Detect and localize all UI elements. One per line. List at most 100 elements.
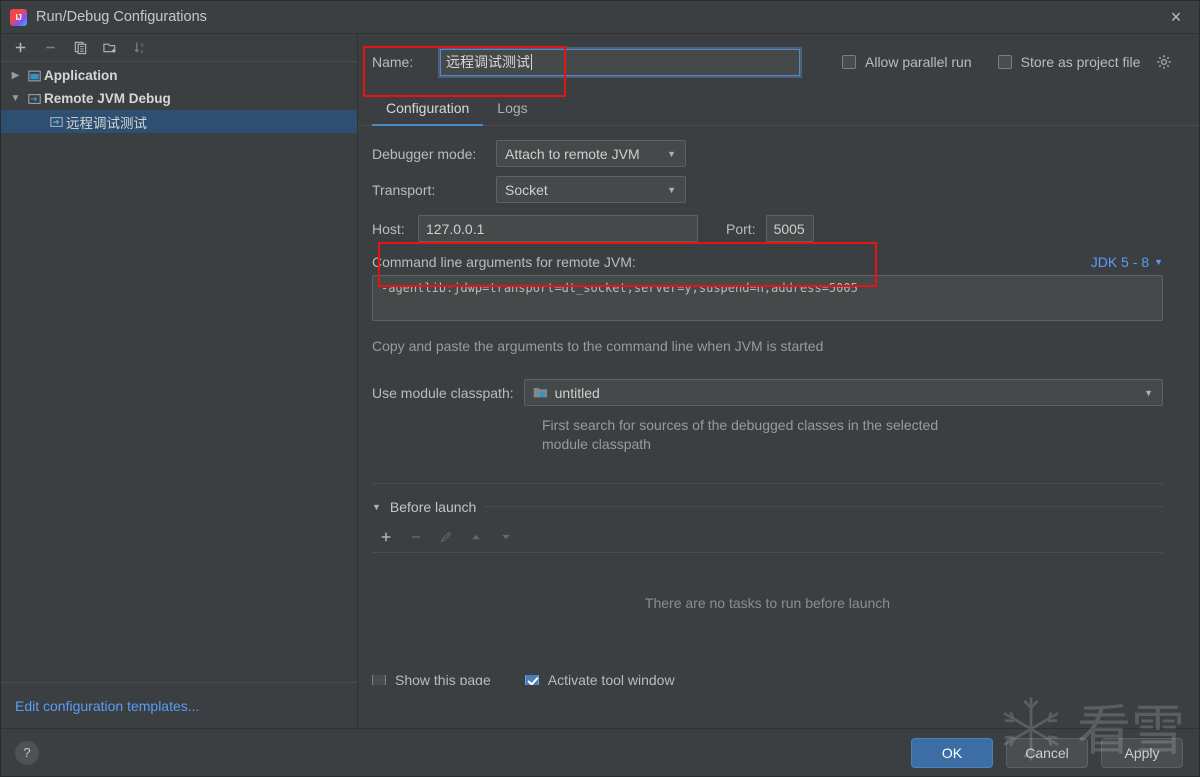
pencil-icon[interactable] <box>432 524 460 550</box>
jvm-args-label: Command line arguments for remote JVM: <box>372 254 636 270</box>
sort-az-icon[interactable]: a z <box>127 36 153 60</box>
chevron-down-icon[interactable]: ▼ <box>7 93 24 104</box>
host-port-row: Host: 127.0.0.1 Port: 5005 <box>372 215 1163 242</box>
arrow-down-icon[interactable] <box>492 524 520 550</box>
sidebar-footer: Edit configuration templates... <box>1 682 357 728</box>
module-classpath-value: untitled <box>554 384 600 401</box>
module-classpath-select[interactable]: untitled ▼ <box>523 379 1163 406</box>
tree-item-label: Application <box>44 68 118 83</box>
help-icon[interactable]: ? <box>15 740 39 765</box>
chevron-down-icon: ▼ <box>667 184 676 195</box>
show-this-page-checkbox[interactable]: Show this page <box>372 674 491 685</box>
transport-value: Socket <box>505 181 548 198</box>
dialog-buttons: OK Cancel Apply <box>911 737 1183 768</box>
add-configuration-button[interactable] <box>7 36 33 60</box>
gear-icon[interactable] <box>1156 54 1172 70</box>
svg-text:a: a <box>140 43 144 49</box>
chevron-down-icon: ▼ <box>1154 257 1163 267</box>
remove-task-button[interactable] <box>402 524 430 550</box>
store-as-project-file-label: Store as project file <box>1020 54 1141 70</box>
chevron-down-icon[interactable]: ▼ <box>372 502 381 512</box>
tree-item-application[interactable]: ▶ Application <box>1 64 357 87</box>
edit-configuration-templates-link[interactable]: Edit configuration templates... <box>15 698 199 714</box>
svg-text:z: z <box>140 49 143 55</box>
before-launch-rule <box>485 506 1163 508</box>
module-classpath-label: Use module classpath: <box>372 384 514 401</box>
before-launch-options: Show this page Activate tool window <box>372 674 1163 685</box>
before-launch-toolbar <box>372 523 1163 553</box>
debugger-mode-row: Debugger mode: Attach to remote JVM ▼ <box>372 140 1163 167</box>
before-launch-header[interactable]: ▼ Before launch <box>372 499 1163 515</box>
port-input[interactable]: 5005 <box>765 215 814 242</box>
tab-logs[interactable]: Logs <box>483 91 541 125</box>
cancel-button[interactable]: Cancel <box>1006 737 1088 768</box>
sidebar-toolbar: a z <box>1 34 357 62</box>
name-input-value: 远程调试测试 <box>446 54 530 70</box>
window-title: Run/Debug Configurations <box>36 9 207 25</box>
tree-item-label: Remote JVM Debug <box>44 91 171 106</box>
module-icon <box>533 386 548 399</box>
before-launch-empty-text: There are no tasks to run before launch <box>644 594 891 611</box>
debugger-mode-select[interactable]: Attach to remote JVM ▼ <box>496 140 686 167</box>
host-input[interactable]: 127.0.0.1 <box>418 215 698 242</box>
remote-debug-icon <box>24 92 44 106</box>
store-as-project-file-checkbox[interactable]: Store as project file <box>997 54 1173 70</box>
tab-configuration[interactable]: Configuration <box>372 91 484 126</box>
jdk-version-select[interactable]: JDK 5 - 8 ▼ <box>1091 254 1163 270</box>
jvm-args-textarea[interactable]: -agentlib:jdwp=transport=dt_socket,serve… <box>372 275 1163 321</box>
debugger-mode-label: Debugger mode: <box>372 145 477 162</box>
transport-select[interactable]: Socket ▼ <box>496 176 686 203</box>
remote-debug-icon <box>46 115 66 129</box>
dialog-body: a z ▶ Application ▼ Remote JVM Debug 远程调… <box>1 34 1199 728</box>
configuration-tabs: Configuration Logs <box>358 90 1199 126</box>
chevron-down-icon: ▼ <box>667 148 676 159</box>
ok-button[interactable]: OK <box>911 737 993 768</box>
remove-configuration-button[interactable] <box>37 36 63 60</box>
tree-item-label: 远程调试测试 <box>66 115 147 131</box>
section-divider <box>372 482 1163 484</box>
show-this-page-label: Show this page <box>395 674 491 685</box>
chevron-right-icon[interactable]: ▶ <box>7 70 24 81</box>
port-label: Port: <box>726 220 756 237</box>
configuration-panel: Name: 远程调试测试 Allow parallel run Store as… <box>358 34 1199 728</box>
configuration-form: Debugger mode: Attach to remote JVM ▼ Tr… <box>358 126 1199 728</box>
arrow-up-icon[interactable] <box>462 524 490 550</box>
name-row: Name: 远程调试测试 Allow parallel run Store as… <box>358 34 1199 90</box>
transport-label: Transport: <box>372 181 436 198</box>
run-debug-configurations-dialog: Run/Debug Configurations × <box>0 0 1200 777</box>
name-input[interactable]: 远程调试测试 <box>438 46 802 78</box>
title-bar: Run/Debug Configurations × <box>1 1 1199 34</box>
jdk-version-value: JDK 5 - 8 <box>1090 254 1150 270</box>
name-label: Name: <box>372 54 414 70</box>
close-icon[interactable]: × <box>1153 1 1199 34</box>
transport-row: Transport: Socket ▼ <box>372 176 1163 203</box>
activate-tool-window-label: Activate tool window <box>547 674 675 685</box>
jvm-args-hint: Copy and paste the arguments to the comm… <box>372 338 824 354</box>
dialog-footer: ? OK Cancel Apply <box>1 728 1199 776</box>
configurations-sidebar: a z ▶ Application ▼ Remote JVM Debug 远程调… <box>1 34 358 728</box>
chevron-down-icon: ▼ <box>1144 387 1153 398</box>
intellij-idea-icon <box>10 8 27 26</box>
header-options: Allow parallel run Store as project file <box>842 54 1172 70</box>
checkbox-box <box>997 55 1012 69</box>
checkbox-box <box>842 55 856 69</box>
copy-icon[interactable] <box>67 36 93 60</box>
checkbox-box-checked <box>524 674 539 685</box>
configurations-tree: ▶ Application ▼ Remote JVM Debug 远程调试测试 <box>1 62 357 682</box>
tree-item-remote-jvm-debug[interactable]: ▼ Remote JVM Debug <box>1 87 357 110</box>
add-task-button[interactable] <box>372 524 400 550</box>
allow-parallel-run-checkbox[interactable]: Allow parallel run <box>842 54 972 70</box>
debugger-mode-value: Attach to remote JVM <box>505 145 640 162</box>
tree-item-remote-debug-test[interactable]: 远程调试测试 <box>1 110 357 133</box>
checkbox-box <box>372 674 386 685</box>
host-label: Host: <box>372 220 405 237</box>
apply-button[interactable]: Apply <box>1101 737 1183 768</box>
before-launch-title: Before launch <box>389 498 477 515</box>
module-classpath-row: Use module classpath: untitled ▼ <box>372 379 1163 406</box>
folder-add-icon[interactable] <box>97 36 123 60</box>
jvm-args-header: Command line arguments for remote JVM: J… <box>372 254 1163 270</box>
allow-parallel-run-label: Allow parallel run <box>865 54 972 70</box>
activate-tool-window-checkbox[interactable]: Activate tool window <box>524 674 675 685</box>
application-icon <box>24 69 44 83</box>
module-classpath-hint: First search for sources of the debugged… <box>542 417 939 453</box>
